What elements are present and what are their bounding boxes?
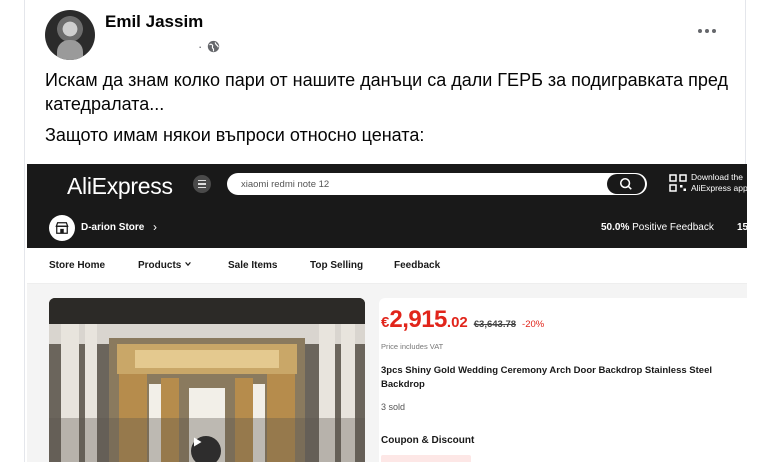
- post-text: Искам да знам колко пари от нашите данъц…: [45, 68, 735, 154]
- download-line-1: Download the: [691, 172, 743, 182]
- coupon-heading: Coupon & Discount: [381, 435, 475, 446]
- original-price: €3,643.78: [473, 319, 517, 330]
- nav-products-label: Products: [138, 260, 182, 271]
- store-name[interactable]: D-arion Store: [81, 222, 144, 233]
- download-line-2: AliExpress app: [691, 183, 747, 193]
- globe-icon: [208, 40, 220, 53]
- sold-count: 3 sold: [381, 402, 406, 412]
- price-row: €2,915.02 €3,643.78 -20%: [381, 306, 544, 334]
- positive-feedback: 50.0% Positive Feedback: [601, 222, 714, 233]
- product-image[interactable]: [49, 298, 365, 462]
- avatar[interactable]: [45, 10, 95, 60]
- qr-code-icon: [669, 174, 687, 192]
- author-name[interactable]: Emil Jassim: [105, 12, 203, 32]
- search-button[interactable]: [607, 174, 645, 194]
- dot: [705, 29, 709, 33]
- store-nav: Store Home Products Sale Items Top Selli…: [27, 248, 747, 284]
- nav-products[interactable]: Products: [138, 260, 192, 271]
- product-info: €2,915.02 €3,643.78 -20% Price includes …: [379, 298, 747, 462]
- aliexpress-header: AliExpress xiaomi redmi note 12 Download…: [27, 164, 747, 248]
- chevron-right-icon[interactable]: ›: [153, 220, 157, 234]
- play-icon: [194, 437, 202, 447]
- attached-screenshot[interactable]: AliExpress xiaomi redmi note 12 Download…: [27, 164, 747, 462]
- download-text: Download the AliExpress app: [691, 172, 747, 194]
- product-title: 3pcs Shiny Gold Wedding Ceremony Arch Do…: [381, 365, 712, 390]
- facebook-post: Emil Jassim · Искам да знам колко пари о…: [24, 0, 747, 462]
- price-decimals: .02: [446, 314, 468, 331]
- coupon-chip[interactable]: [381, 455, 471, 462]
- feedback-percent: 50.0%: [601, 222, 630, 233]
- nav-feedback[interactable]: Feedback: [394, 260, 440, 271]
- nav-store-home[interactable]: Store Home: [49, 260, 105, 271]
- product-area: €2,915.02 €3,643.78 -20% Price includes …: [27, 284, 747, 462]
- chevron-down-icon: [185, 262, 191, 267]
- search-input[interactable]: [241, 173, 601, 195]
- download-app-link[interactable]: Download the AliExpress app: [669, 172, 747, 198]
- post-meta: ·: [193, 39, 220, 54]
- current-price: €2,915.02: [381, 306, 468, 334]
- meta-dot: ·: [198, 39, 203, 54]
- price-integer: 2,915: [389, 306, 447, 333]
- store-row: D-arion Store › 50.0% Positive Feedback …: [27, 210, 747, 248]
- post-paragraph: Искам да знам колко пари от нашите данъц…: [45, 70, 729, 114]
- post-paragraph: Защото имам някои въпроси относно цената…: [45, 125, 425, 145]
- vat-note: Price includes VAT: [381, 342, 444, 351]
- aliexpress-logo[interactable]: AliExpress: [67, 173, 173, 200]
- store-badge[interactable]: [49, 215, 75, 241]
- feedback-label: Positive Feedback: [629, 222, 714, 233]
- dot: [712, 29, 716, 33]
- discount-badge: -20%: [522, 319, 545, 330]
- search-bar: [227, 173, 647, 195]
- play-video-button[interactable]: [191, 436, 221, 462]
- menu-icon[interactable]: [193, 175, 211, 193]
- more-options-button[interactable]: [689, 20, 725, 42]
- followers-count: 15: [737, 222, 747, 233]
- post-header: Emil Jassim ·: [45, 10, 725, 60]
- store-icon: [55, 222, 69, 234]
- nav-top-selling[interactable]: Top Selling: [310, 260, 363, 271]
- nav-sale-items[interactable]: Sale Items: [228, 260, 277, 271]
- dot: [698, 29, 702, 33]
- search-icon: [619, 177, 632, 190]
